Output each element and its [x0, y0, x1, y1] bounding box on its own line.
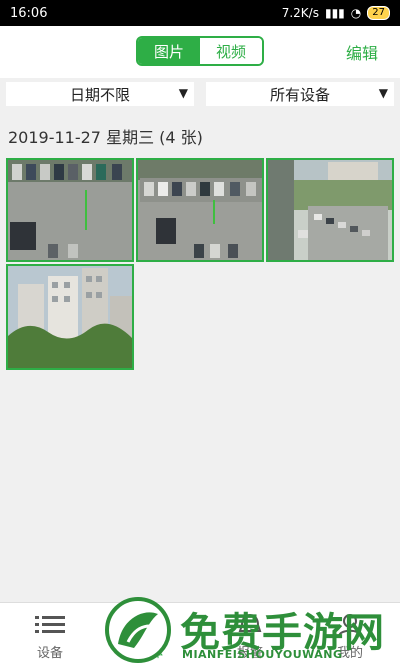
dropdown-arrow-icon: ▼	[378, 86, 388, 100]
photo-thumbnail[interactable]	[6, 158, 134, 262]
battery-icon: 27	[367, 6, 390, 20]
network-speed: 7.2K/s	[281, 6, 319, 20]
photo-thumbnail[interactable]	[6, 264, 134, 370]
device-filter-label: 所有设备	[269, 85, 330, 104]
date-group-header: 2019-11-27 星期三 (4 张)	[8, 128, 203, 147]
buildings-image	[8, 266, 132, 368]
tab-pictures[interactable]: 图片	[138, 38, 200, 64]
tab-devices[interactable]: 设备	[0, 603, 100, 666]
tab-devices-label: 设备	[36, 646, 63, 661]
top-bar: 图片 视频 编辑	[0, 26, 400, 78]
date-filter-label: 日期不限	[69, 85, 130, 104]
tab-videos[interactable]: 视频	[200, 38, 262, 64]
signal-icon: ▮▮▮	[324, 6, 345, 20]
status-time: 16:06	[10, 5, 48, 21]
watermark-subtext: MIANFEISHOUYOUWANG	[182, 648, 343, 661]
date-filter-dropdown[interactable]: 日期不限 ▼	[6, 82, 194, 106]
parking-lot-image	[138, 160, 262, 260]
parking-lot-image	[8, 160, 132, 260]
edit-button[interactable]: 编辑	[346, 40, 378, 64]
list-icon	[35, 616, 65, 633]
site-watermark: 免费手游网 MIANFEISHOUYOUWANG	[104, 596, 396, 666]
status-bar: 16:06 7.2K/s ▮▮▮ ◔ 27	[0, 0, 400, 26]
media-type-switch: 图片 视频	[136, 36, 264, 66]
status-icons: 7.2K/s ▮▮▮ ◔ 27	[282, 6, 390, 20]
dropdown-arrow-icon: ▼	[178, 86, 188, 100]
watermark-logo-icon	[105, 597, 171, 663]
street-view-image	[268, 160, 392, 260]
photo-thumbnail[interactable]	[266, 158, 394, 262]
filter-bar: 日期不限 ▼ 所有设备 ▼	[0, 78, 400, 114]
device-filter-dropdown[interactable]: 所有设备 ▼	[206, 82, 394, 106]
photo-thumbnail[interactable]	[136, 158, 264, 262]
wifi-icon: ◔	[350, 6, 362, 20]
